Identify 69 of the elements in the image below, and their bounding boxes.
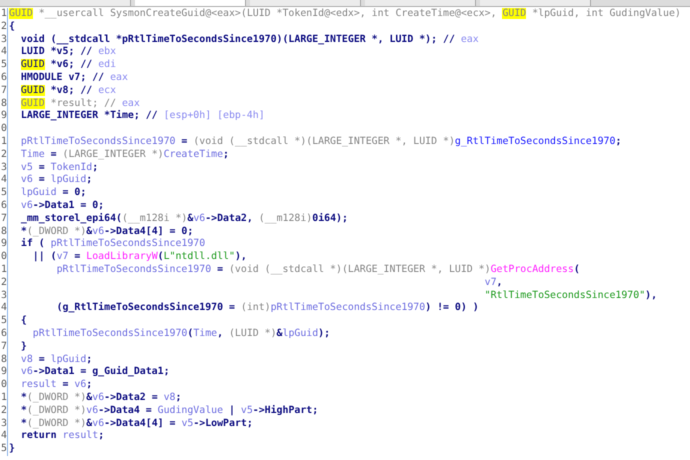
line-number: 7 — [0, 212, 7, 226]
line-number: 0 — [0, 379, 7, 392]
line-number: 2 — [0, 20, 7, 34]
line-number: 3 — [0, 162, 7, 174]
code-line: || (v7 = LoadLibraryW(L"ntdll.dll"), — [32, 251, 247, 264]
line-number: 9 — [0, 110, 7, 124]
code-line: void (__stdcall *pRtlTimeToSecondsSince1970)(LARGE_INTEGER *, LUID *); // eax — [20, 34, 479, 46]
code-line: v6->Data1 = 0; — [20, 200, 104, 213]
line-number: 5 — [0, 443, 7, 456]
code-line: GUID *result; // eax — [20, 98, 140, 110]
code-line: *(_DWORD *)&v6->Data4[4] = v5->LowPart; — [20, 418, 253, 430]
code-line: return result; — [20, 430, 104, 444]
code-line: pRtlTimeToSecondsSince1970(Time, (LUID *)&lpGuid); — [32, 328, 330, 341]
code-line: v7, — [484, 276, 502, 290]
code-line: GUID *v6; // edi — [20, 59, 116, 72]
line-number: 9 — [0, 238, 7, 252]
line-number: 7 — [0, 84, 7, 98]
line-number: 2 — [0, 276, 7, 290]
code-line: v5 = TokenId; — [20, 162, 98, 174]
code-line: { — [20, 315, 27, 328]
line-number: 2 — [0, 148, 7, 162]
line-number: 9 — [0, 366, 7, 380]
code-line: (g_RtlTimeToSecondsSince1970 = (int)pRtlTimeToSecondsSince1970) != 0) ) — [56, 302, 479, 316]
line-number: 3 — [0, 34, 7, 46]
code-line: } — [8, 443, 15, 456]
code-line: "RtlTimeToSecondsSince1970"), — [484, 290, 658, 302]
line-number: 6 — [0, 328, 7, 341]
line-number: 0 — [0, 251, 7, 264]
line-number: 3 — [0, 290, 7, 302]
line-number: 6 — [0, 200, 7, 213]
code-line: GUID *v8; // ecx — [20, 84, 116, 98]
line-number: 8 — [0, 226, 7, 238]
line-number: 5 — [0, 187, 7, 200]
code-line: v6 = lpGuid; — [20, 174, 92, 188]
code-line: pRtlTimeToSecondsSince1970 = (void (__stdcall *)(LARGE_INTEGER *, LUID *)g_RtlTimeToSecondsSince1970; — [20, 136, 622, 149]
line-number: 5 — [0, 315, 7, 328]
line-number: 6 — [0, 72, 7, 85]
code-line: *(_DWORD *)&v6->Data2 = v8; — [20, 392, 182, 405]
line-number: 2 — [0, 404, 7, 418]
line-number: 4 — [0, 430, 7, 444]
line-number: 4 — [0, 302, 7, 316]
code-line: LUID *v5; // ebx — [20, 46, 116, 60]
code-line: *(_DWORD *)&v6->Data4[4] = 0; — [20, 226, 194, 238]
line-number: 1 — [0, 136, 7, 149]
line-number: 7 — [0, 340, 7, 354]
code-line: *(_DWORD *)v6->Data4 = GudingValue | v5->HighPart; — [20, 404, 318, 418]
code-line: result = v6; — [20, 379, 92, 392]
code-line: HMODULE v7; // eax — [20, 72, 128, 85]
code-line: pRtlTimeToSecondsSince1970 = (void (__stdcall *)(LARGE_INTEGER *, LUID *)GetProcAddress( — [56, 264, 580, 277]
line-number: 4 — [0, 174, 7, 188]
line-number: 1 — [0, 264, 7, 277]
code-line: v8 = lpGuid; — [20, 354, 92, 366]
code-line: lpGuid = 0; — [20, 187, 86, 200]
code-line: _mm_storel_epi64((__m128i *)&v6->Data2, (__m128i)0i64); — [20, 212, 348, 226]
line-number: 5 — [0, 59, 7, 72]
code-line: Time = (LARGE_INTEGER *)CreateTime; — [20, 148, 229, 162]
code-line: GUID *__usercall SysmonCreateGuid@<eax>(LUID *TokenId@<edx>, int CreateTime@<ecx>, GUID *lpGuid, int GudingValue) — [8, 8, 681, 21]
line-number: 1 — [0, 8, 7, 21]
code-line: LARGE_INTEGER *Time; // [esp+0h] [ebp-4h] — [20, 110, 265, 124]
line-number: 1 — [0, 392, 7, 405]
line-number: 0 — [0, 123, 7, 136]
code-line: { — [8, 20, 15, 34]
code-line: if ( pRtlTimeToSecondsSince1970 — [20, 238, 206, 252]
line-number: 4 — [0, 46, 7, 60]
code-line: } — [20, 340, 27, 354]
code-line: v6->Data1 = g_Guid_Data1; — [20, 366, 170, 380]
line-number: 8 — [0, 354, 7, 366]
line-number: 3 — [0, 418, 7, 430]
line-number: 8 — [0, 98, 7, 110]
